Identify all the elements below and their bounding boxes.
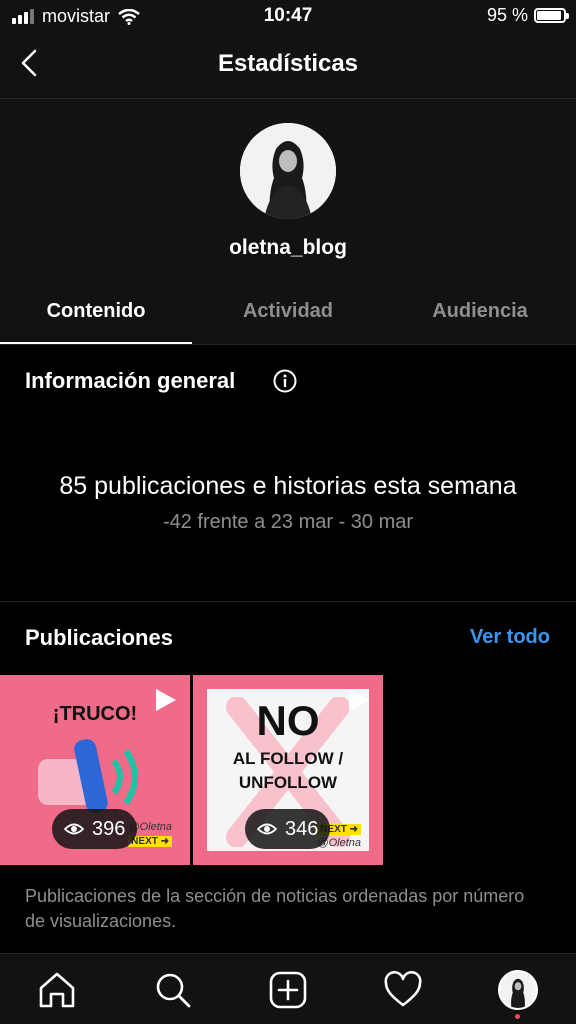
video-play-icon (349, 689, 369, 711)
search-icon[interactable] (153, 970, 193, 1010)
profile-photo (240, 123, 336, 219)
notification-dot (515, 1014, 520, 1019)
post-1-view-count: 396 (92, 817, 126, 840)
post-1-views: 396 (52, 809, 138, 849)
post-thumbnail-1[interactable]: ¡TRUCO! @Oletna NEXT ➜ 396 (0, 675, 190, 865)
navigation-bar: Estadísticas (0, 32, 576, 99)
home-icon[interactable] (37, 970, 77, 1010)
post-2-subline: AL FOLLOW / UNFOLLOW (232, 749, 344, 792)
weekly-comparison: -42 frente a 23 mar - 30 mar (162, 511, 414, 533)
overview-title: Información general (25, 368, 236, 393)
info-icon[interactable] (273, 369, 297, 393)
eye-icon (64, 823, 84, 835)
page-title: Estadísticas (217, 50, 359, 77)
post-2-views: 346 (245, 809, 331, 849)
section-divider (0, 601, 576, 602)
add-post-icon[interactable] (268, 970, 308, 1010)
megaphone-illustration (38, 739, 138, 813)
post-2-view-count: 346 (285, 817, 319, 840)
see-all-link[interactable]: Ver todo (470, 626, 550, 649)
post-thumbnail-2[interactable]: NO AL FOLLOW / UNFOLLOW NEXT ➜ @Oletna 3… (193, 675, 383, 865)
posts-description: Publicaciones de la sección de noticias … (25, 886, 525, 931)
profile-tab-avatar[interactable] (498, 970, 538, 1010)
username: oletna_blog (229, 236, 347, 259)
bottom-tab-bar (0, 953, 576, 1024)
battery-icon (534, 8, 569, 23)
status-bar: movistar 10:47 95 % (0, 0, 576, 32)
tab-contenido[interactable]: Contenido (0, 290, 192, 344)
posts-section-title: Publicaciones (25, 625, 173, 650)
insights-tabs: Contenido Actividad Audiencia (0, 290, 576, 345)
video-play-icon (156, 689, 176, 711)
eye-icon (257, 823, 277, 835)
tab-audiencia[interactable]: Audiencia (384, 290, 576, 344)
profile-avatar[interactable] (240, 123, 336, 219)
profile-tab-photo (500, 972, 536, 1008)
heart-icon[interactable] (383, 970, 423, 1010)
tab-actividad[interactable]: Actividad (192, 290, 384, 344)
weekly-posts-stat: 85 publicaciones e historias esta semana (59, 472, 517, 500)
battery-percent: 95 % (486, 5, 528, 25)
